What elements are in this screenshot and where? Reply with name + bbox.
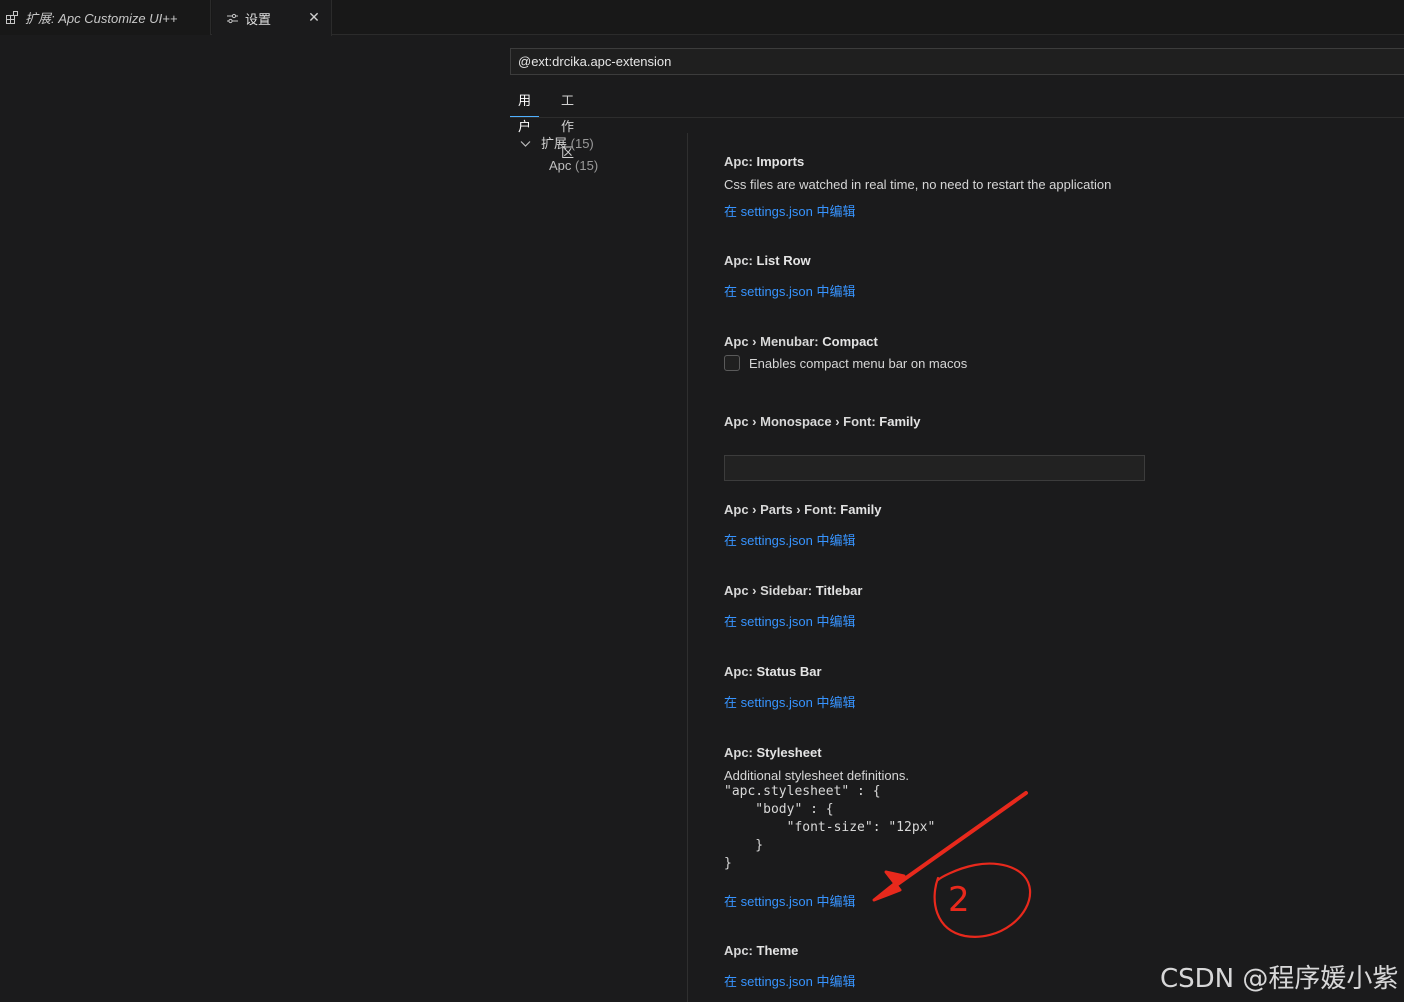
toc-label: 扩展 <box>541 136 568 151</box>
extensions-icon <box>6 11 19 24</box>
edit-in-settings-json-link[interactable]: 在 settings.json 中编辑 <box>724 282 856 302</box>
checkbox-label: Enables compact menu bar on macos <box>749 355 968 371</box>
annotation-circle-label: 2 <box>948 880 970 920</box>
edit-in-settings-json-link[interactable]: 在 settings.json 中编辑 <box>724 972 856 992</box>
settings-sliders-icon <box>226 12 239 25</box>
setting-title: Apc: List Row <box>724 253 811 268</box>
settings-toc: 扩展 (15) Apc (15) <box>520 133 598 177</box>
settings-search-input[interactable]: @ext:drcika.apc-extension <box>510 48 1404 75</box>
setting-title: Apc: Stylesheet <box>724 745 822 760</box>
setting-title: Apc: Theme <box>724 943 799 958</box>
setting-description: Css files are watched in real time, no n… <box>724 177 1112 192</box>
setting-title: Apc: Imports <box>724 154 805 169</box>
setting-apc-imports: Apc: Imports Css files are watched in re… <box>724 152 1112 219</box>
panel-divider <box>687 133 688 1002</box>
tab-user[interactable]: 用户 <box>510 88 540 134</box>
setting-title: Apc: Status Bar <box>724 664 822 679</box>
toc-item-apc[interactable]: Apc (15) <box>520 155 598 177</box>
monospace-font-family-input[interactable] <box>724 455 1145 481</box>
edit-in-settings-json-link[interactable]: 在 settings.json 中编辑 <box>724 892 856 912</box>
edit-in-settings-json-link[interactable]: 在 settings.json 中编辑 <box>724 612 856 632</box>
close-icon[interactable]: ✕ <box>306 9 322 25</box>
editor-tab-bar: 扩展: Apc Customize UI++ 设置 ✕ <box>0 0 1404 36</box>
tab-label: 设置 <box>245 11 272 27</box>
setting-apc-stylesheet: Apc: Stylesheet Additional stylesheet de… <box>724 743 935 909</box>
toc-count: (15) <box>570 136 594 151</box>
stylesheet-code-example: "apc.stylesheet" : { "body" : { "font-si… <box>724 784 936 871</box>
setting-title: Apc › Sidebar: Titlebar <box>724 583 863 598</box>
checkbox-row: Enables compact menu bar on macos <box>724 355 967 371</box>
tab-settings[interactable]: 设置 ✕ <box>212 0 332 36</box>
compact-menubar-checkbox[interactable] <box>724 355 740 371</box>
setting-apc-status-bar: Apc: Status Bar 在 settings.json 中编辑 <box>724 662 856 710</box>
toc-label: Apc <box>549 158 572 173</box>
setting-apc-list-row: Apc: List Row 在 settings.json 中编辑 <box>724 251 856 299</box>
setting-apc-parts-font-family: Apc › Parts › Font: Family 在 settings.js… <box>724 500 882 548</box>
setting-apc-sidebar-titlebar: Apc › Sidebar: Titlebar 在 settings.json … <box>724 581 863 629</box>
setting-title: Apc › Menubar: Compact <box>724 334 878 349</box>
setting-apc-menubar-compact: Apc › Menubar: Compact Enables compact m… <box>724 332 967 371</box>
divider <box>510 117 1404 118</box>
toc-count: (15) <box>575 158 599 173</box>
setting-title: Apc › Monospace › Font: Family <box>724 414 921 429</box>
csdn-watermark: CSDN @程序媛小紫 <box>1160 964 1399 994</box>
chevron-down-icon <box>520 134 534 156</box>
setting-apc-monospace-font-family: Apc › Monospace › Font: Family <box>724 412 1145 481</box>
edit-in-settings-json-link[interactable]: 在 settings.json 中编辑 <box>724 531 856 551</box>
tab-extension-apc[interactable]: 扩展: Apc Customize UI++ <box>0 0 211 35</box>
tab-label: 扩展: Apc Customize UI++ <box>25 11 178 26</box>
setting-title: Apc › Parts › Font: Family <box>724 502 882 517</box>
setting-apc-theme: Apc: Theme 在 settings.json 中编辑 <box>724 941 856 989</box>
toc-item-extensions[interactable]: 扩展 (15) <box>520 133 598 155</box>
edit-in-settings-json-link[interactable]: 在 settings.json 中编辑 <box>724 693 856 713</box>
edit-in-settings-json-link[interactable]: 在 settings.json 中编辑 <box>724 202 856 222</box>
